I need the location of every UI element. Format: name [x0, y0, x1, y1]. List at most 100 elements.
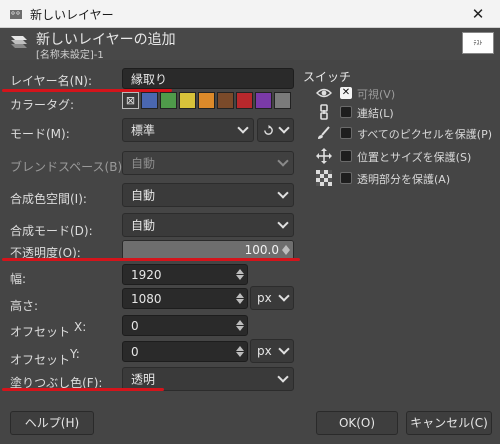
- composite-mode-label: 合成モード(D):: [10, 224, 93, 238]
- composite-space-dropdown[interactable]: 自動: [122, 183, 294, 207]
- height-value: 1080: [131, 291, 162, 306]
- switch-linked-label: 連結(L): [357, 107, 394, 120]
- brush-icon: [318, 126, 330, 139]
- switch-visible[interactable]: ✕ 可視(V): [316, 85, 496, 103]
- chevron-down-icon: [278, 290, 290, 302]
- eye-icon: [316, 88, 332, 98]
- color-tag-label: カラータグ:: [10, 98, 75, 112]
- width-label: 幅:: [10, 272, 27, 286]
- color-tag-gray[interactable]: [274, 92, 291, 109]
- checkerboard-icon: [316, 170, 332, 186]
- dialog-header: 新しいレイヤーの追加 [名称未設定]-1 ﾃｽﾄ: [0, 28, 500, 61]
- width-input[interactable]: 1920: [122, 264, 248, 285]
- mode-switch-dropdown[interactable]: [257, 118, 294, 142]
- chevron-down-icon: [237, 122, 249, 134]
- offset-y-label: オフセット: [10, 353, 71, 367]
- switch-lock-position[interactable]: 位置とサイズを保護(S): [316, 148, 496, 166]
- color-tag-orange[interactable]: [198, 92, 215, 109]
- window-title: 新しいレイヤー: [30, 8, 114, 22]
- color-tag-blue[interactable]: [141, 92, 158, 109]
- switch-lock-position-label: 位置とサイズを保護(S): [357, 151, 472, 164]
- switch-linked[interactable]: 連結(L): [316, 104, 496, 122]
- color-tag-brown[interactable]: [217, 92, 234, 109]
- color-tag-violet[interactable]: [255, 92, 272, 109]
- image-name: [名称未設定]-1: [36, 50, 104, 61]
- offset-x-axis: X:: [74, 320, 87, 334]
- mode-value: 標準: [131, 123, 156, 138]
- gimp-app-icon: [10, 10, 22, 19]
- offset-x-value: 0: [131, 318, 139, 333]
- spin-up-icon[interactable]: [236, 269, 244, 274]
- composite-mode-value: 自動: [131, 218, 156, 233]
- layer-name-input[interactable]: 縁取り: [122, 68, 294, 89]
- offset-x-label: オフセット: [10, 325, 71, 339]
- size-unit-value: px: [257, 291, 272, 305]
- spin-up-icon[interactable]: [236, 346, 244, 351]
- layer-name-label: レイヤー名(N):: [10, 74, 93, 88]
- annotation-underline: [2, 388, 164, 391]
- offset-y-value: 0: [131, 344, 139, 359]
- offset-x-spinner[interactable]: [235, 318, 245, 333]
- opacity-slider[interactable]: 100.0: [122, 240, 294, 260]
- mode-label: モード(M):: [10, 127, 70, 141]
- color-tag-green[interactable]: [160, 92, 177, 109]
- offset-x-input[interactable]: 0: [122, 315, 248, 336]
- width-spinner[interactable]: [235, 267, 245, 282]
- chevron-down-icon: [277, 371, 289, 383]
- swap-mode-icon: [264, 125, 273, 135]
- close-icon[interactable]: ✕: [468, 4, 488, 24]
- spin-down-icon[interactable]: [236, 352, 244, 357]
- mode-dropdown[interactable]: 標準: [122, 118, 254, 142]
- opacity-value: 100.0: [244, 243, 279, 257]
- composite-space-value: 自動: [131, 188, 156, 203]
- image-thumbnail: ﾃｽﾄ: [462, 32, 494, 54]
- height-label: 高さ:: [10, 299, 39, 313]
- switch-lock-alpha[interactable]: 透明部分を保護(A): [316, 170, 496, 188]
- color-tag-none[interactable]: ⊠: [122, 92, 139, 109]
- spin-up-icon[interactable]: [236, 320, 244, 325]
- lock-position-checkbox[interactable]: [340, 150, 352, 162]
- new-layer-icon: [11, 36, 27, 48]
- chain-icon: [320, 104, 328, 120]
- height-input[interactable]: 1080: [122, 288, 248, 309]
- chevron-down-icon: [278, 122, 290, 134]
- lock-pixels-checkbox[interactable]: [340, 127, 352, 139]
- offset-unit-value: px: [257, 344, 272, 358]
- height-spinner[interactable]: [235, 291, 245, 306]
- ok-button[interactable]: OK(O): [316, 411, 398, 435]
- chevron-down-icon: [277, 187, 289, 199]
- lock-alpha-checkbox[interactable]: [340, 172, 352, 184]
- switch-lock-pixels[interactable]: すべてのピクセルを保護(P): [316, 125, 496, 143]
- blend-space-dropdown[interactable]: 自動: [122, 151, 294, 175]
- offset-y-spinner[interactable]: [235, 344, 245, 359]
- color-tag-red[interactable]: [236, 92, 253, 109]
- window-titlebar: 新しいレイヤー ✕: [0, 0, 500, 28]
- annotation-underline: [2, 258, 300, 261]
- switches-title: スイッチ: [303, 70, 352, 84]
- chevron-down-icon: [277, 217, 289, 229]
- cancel-button[interactable]: キャンセル(C): [406, 411, 492, 435]
- opacity-spinner[interactable]: [281, 243, 291, 257]
- spin-down-icon[interactable]: [236, 275, 244, 280]
- switch-lock-pixels-label: すべてのピクセルを保護(P): [357, 128, 493, 141]
- offset-y-axis: Y:: [70, 347, 80, 361]
- spin-down-icon[interactable]: [282, 250, 290, 255]
- spin-down-icon[interactable]: [236, 299, 244, 304]
- switch-visible-label: 可視(V): [357, 88, 396, 101]
- move-icon: [316, 148, 332, 164]
- spin-down-icon[interactable]: [236, 326, 244, 331]
- composite-mode-dropdown[interactable]: 自動: [122, 213, 294, 237]
- visible-checkbox[interactable]: ✕: [340, 87, 352, 99]
- fill-value: 透明: [131, 372, 156, 387]
- chevron-down-icon: [278, 343, 290, 355]
- spin-up-icon[interactable]: [236, 293, 244, 298]
- switch-lock-alpha-label: 透明部分を保護(A): [357, 173, 451, 186]
- color-tag-yellow[interactable]: [179, 92, 196, 109]
- size-unit-dropdown[interactable]: px: [250, 286, 294, 310]
- blend-space-label: ブレンドスペース(B):: [10, 160, 127, 174]
- offset-unit-dropdown[interactable]: px: [250, 339, 294, 363]
- help-button[interactable]: ヘルプ(H): [10, 411, 94, 435]
- offset-y-input[interactable]: 0: [122, 341, 248, 362]
- linked-checkbox[interactable]: [340, 106, 352, 118]
- width-value: 1920: [131, 267, 162, 282]
